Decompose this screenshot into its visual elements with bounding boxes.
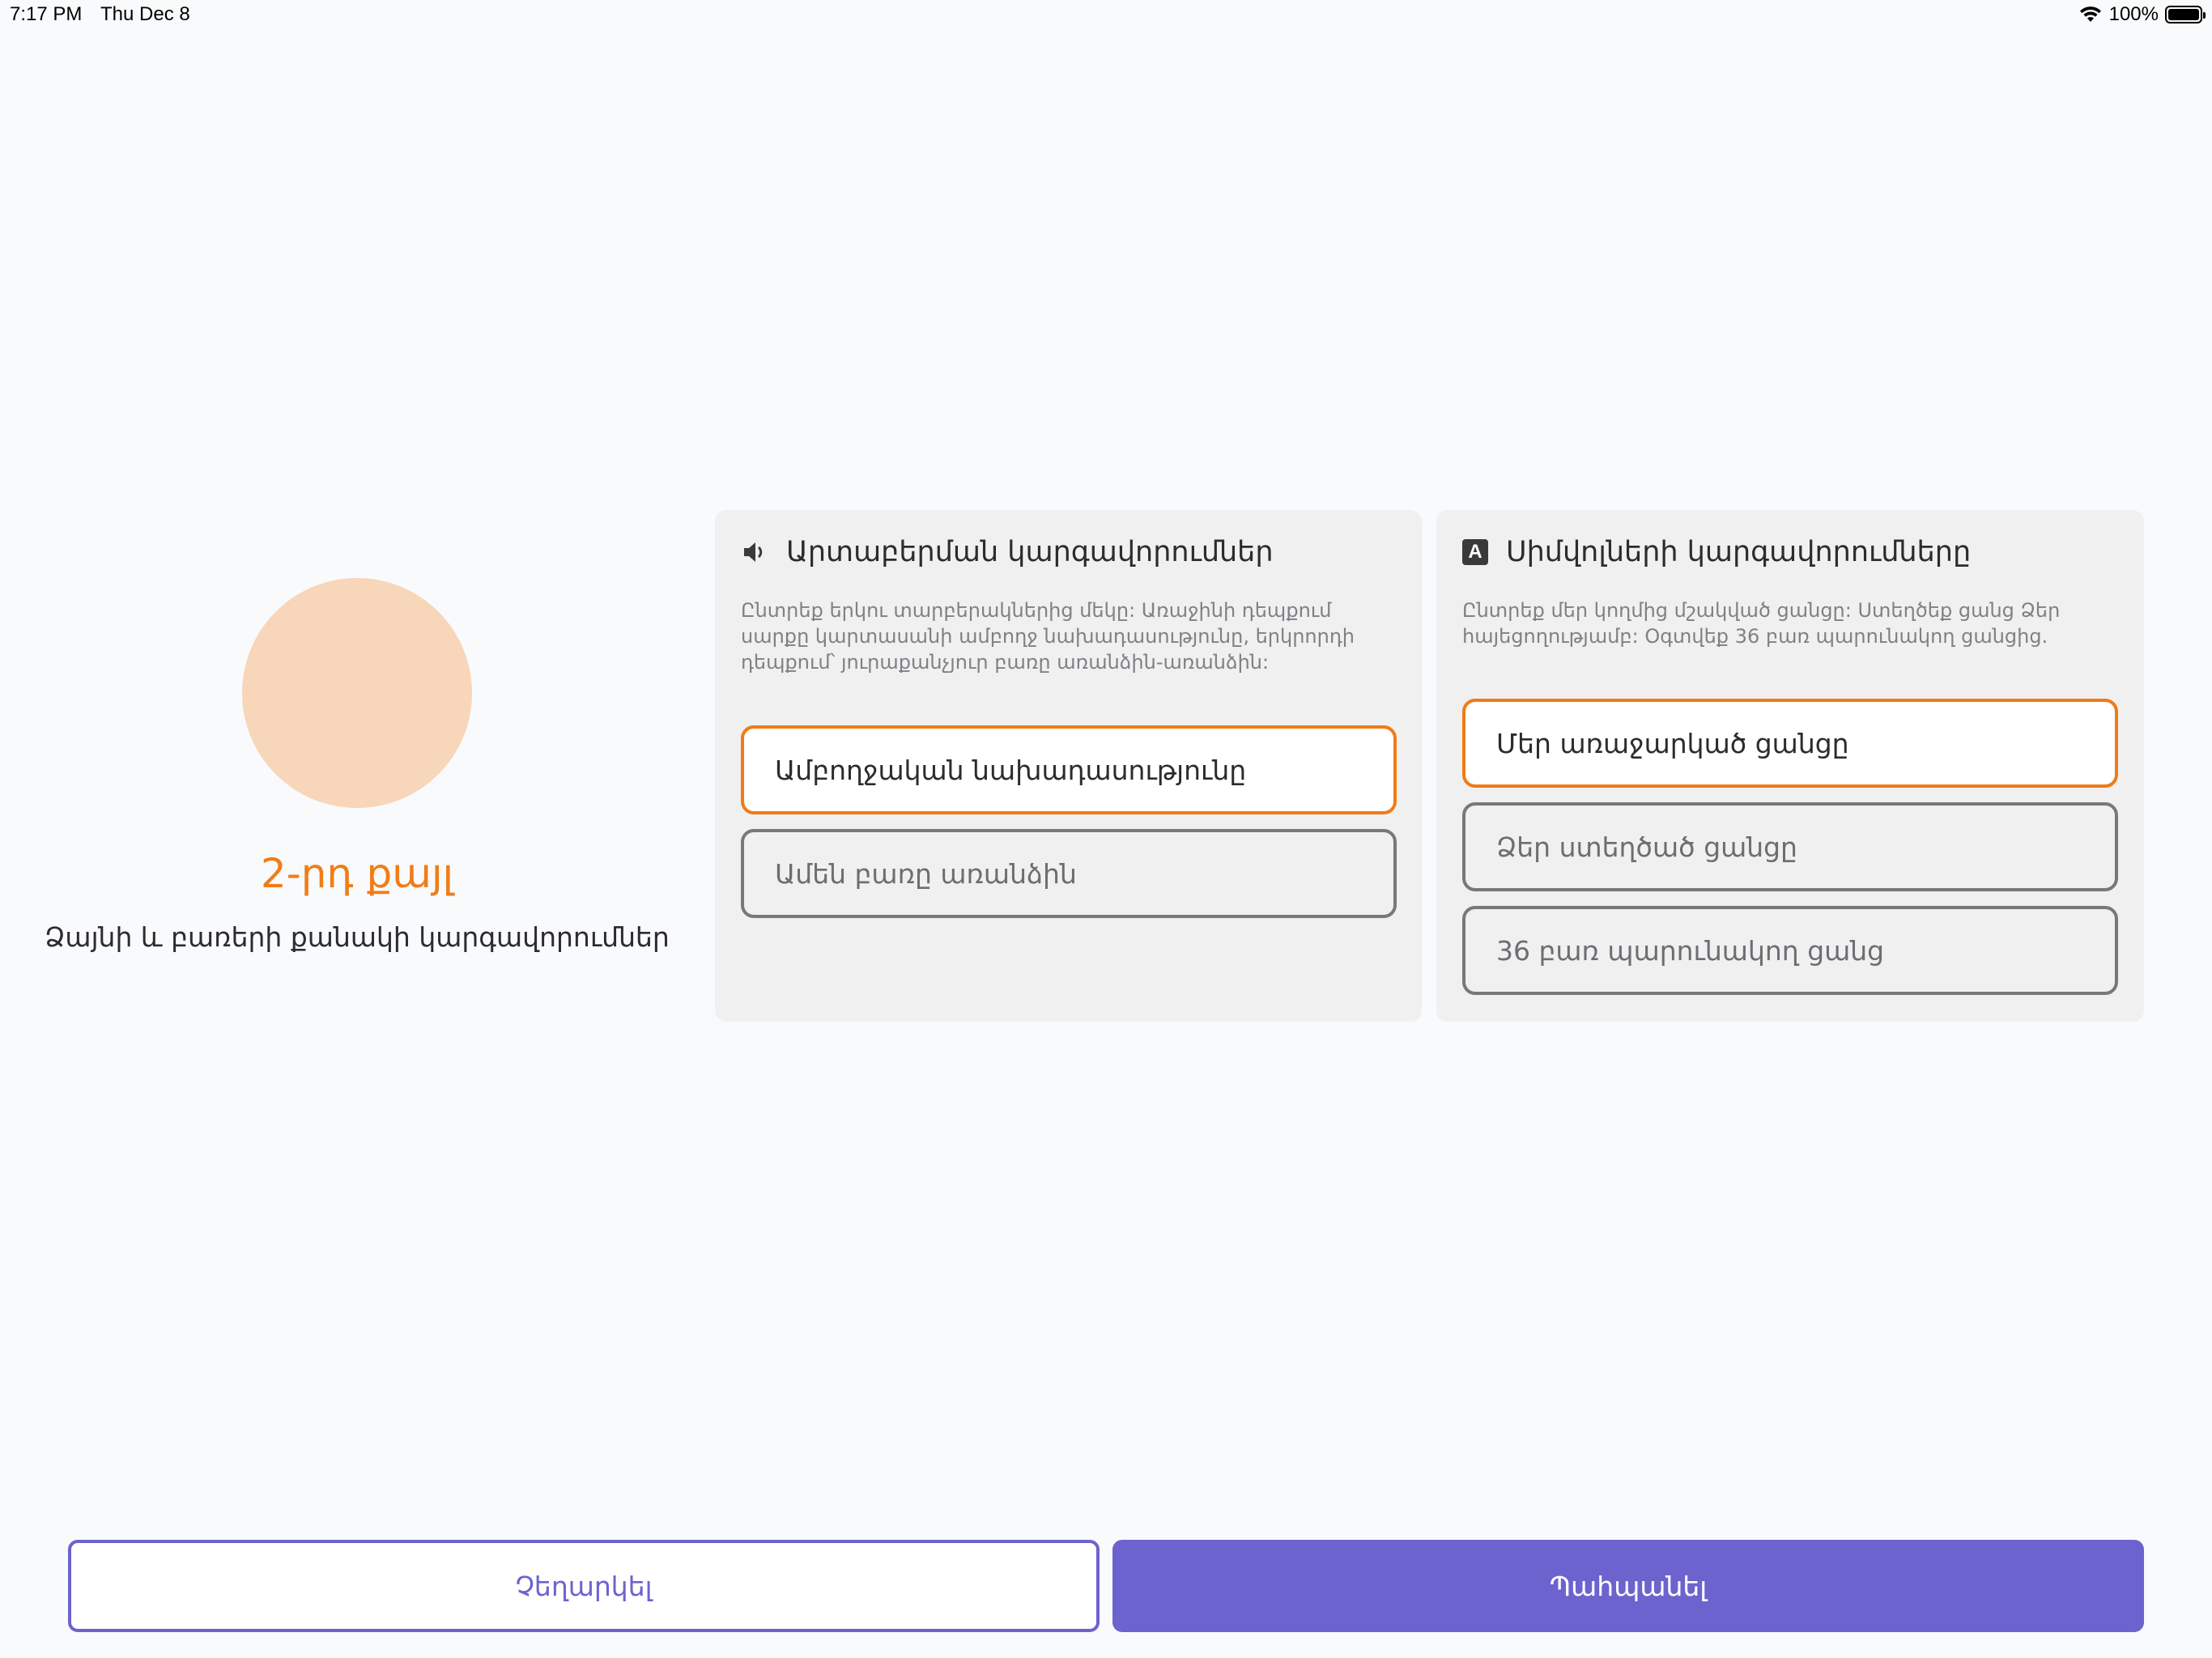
pronunciation-title: Արտաբերման կարգավորումներ	[786, 536, 1274, 568]
speaker-icon	[744, 542, 763, 562]
step-illustration	[242, 578, 472, 808]
option-custom-grid[interactable]: Ձեր ստեղծած ցանցը	[1462, 802, 2118, 891]
status-right: 100%	[2078, 3, 2206, 26]
symbol-settings-card: A Սիմվոլների կարգավորումները Ընտրեք մեր …	[1436, 510, 2144, 1022]
option-label: Ամեն բառը առանձին	[775, 857, 1077, 890]
step-title: 2-րդ քայլ	[260, 850, 454, 897]
option-label: Ձեր ստեղծած ցանցը	[1496, 831, 1797, 863]
symbols-description: Ընտրեք մեր կողմից մշակված ցանցը: Ստեղծեք…	[1462, 599, 2061, 648]
save-button[interactable]: Պահպանել	[1112, 1540, 2144, 1632]
pronunciation-settings-card: Արտաբերման կարգավորումներ Ընտրեք երկու տ…	[715, 510, 1422, 1022]
option-36-word-grid[interactable]: 36 բառ պարունակող ցանց	[1462, 906, 2118, 995]
option-each-word[interactable]: Ամեն բառը առանձին	[741, 829, 1397, 918]
symbols-title: Սիմվոլների կարգավորումները	[1506, 536, 1972, 568]
wifi-icon	[2079, 6, 2101, 22]
status-bar: 7:17 PM Thu Dec 8 100%	[0, 0, 2212, 32]
letter-a-icon: A	[1462, 539, 1488, 565]
status-time: 7:17 PM	[10, 3, 83, 25]
pronunciation-header: Արտաբերման կարգավորումներ	[741, 536, 1274, 568]
battery-icon	[2165, 6, 2206, 23]
option-label: Մեր առաջարկած ցանցը	[1496, 727, 1849, 759]
option-suggested-grid[interactable]: Մեր առաջարկած ցանցը	[1462, 699, 2118, 788]
battery-percent: 100%	[2108, 3, 2159, 25]
option-full-sentence[interactable]: Ամբողջական նախադասությունը	[741, 725, 1397, 814]
symbols-header: A Սիմվոլների կարգավորումները	[1462, 536, 1971, 568]
option-label: 36 բառ պարունակող ցանց	[1496, 934, 1885, 967]
option-label: Ամբողջական նախադասությունը	[775, 754, 1247, 786]
cancel-button[interactable]: Չեղարկել	[68, 1540, 1100, 1632]
status-date: Thu Dec 8	[100, 3, 190, 25]
step-subtitle: Ձայնի և բառերի քանակի կարգավորումներ	[45, 921, 670, 953]
pronunciation-description: Ընտրեք երկու տարբերակներից մեկը: Առաջինի…	[741, 599, 1355, 674]
